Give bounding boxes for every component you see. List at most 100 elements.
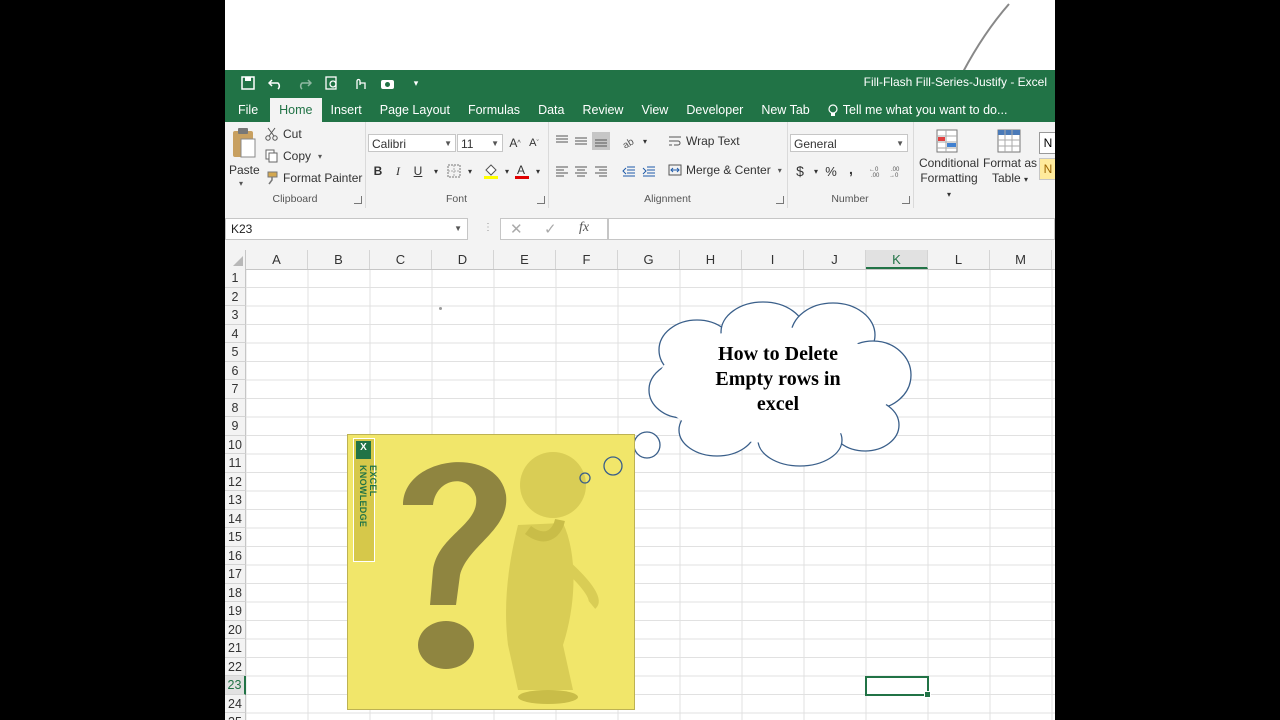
- font-name-select[interactable]: Calibri ▼: [368, 134, 456, 152]
- decrease-font-size-icon[interactable]: Aˇ: [525, 134, 543, 152]
- alignment-launcher-icon[interactable]: [776, 196, 784, 204]
- save-icon[interactable]: [237, 73, 259, 93]
- font-size-select[interactable]: 11 ▼: [457, 134, 503, 152]
- align-left-icon[interactable]: [553, 162, 571, 180]
- row-header-21[interactable]: 21: [225, 639, 246, 658]
- tell-me-box[interactable]: Tell me what you want to do...: [819, 98, 1017, 122]
- column-header-j[interactable]: J: [804, 250, 866, 269]
- column-header-d[interactable]: D: [432, 250, 494, 269]
- row-header-16[interactable]: 16: [225, 546, 246, 565]
- name-box[interactable]: K23 ▼: [225, 218, 468, 240]
- formula-bar-grip-icon[interactable]: ⋮: [483, 222, 493, 233]
- bottom-align-icon[interactable]: [592, 132, 610, 150]
- camera-icon[interactable]: [377, 73, 399, 93]
- column-header-l[interactable]: L: [928, 250, 990, 269]
- underline-button[interactable]: U: [409, 162, 427, 180]
- row-header-12[interactable]: 12: [225, 472, 246, 491]
- row-header-10[interactable]: 10: [225, 435, 246, 454]
- insert-function-icon[interactable]: fx: [579, 220, 589, 236]
- active-cell[interactable]: [865, 676, 931, 698]
- tab-developer[interactable]: Developer: [677, 98, 752, 122]
- align-right-icon[interactable]: [592, 162, 610, 180]
- column-header-i[interactable]: I: [742, 250, 804, 269]
- redo-icon[interactable]: [293, 73, 315, 93]
- row-header-7[interactable]: 7: [225, 380, 246, 399]
- column-header-b[interactable]: B: [308, 250, 370, 269]
- copy-button[interactable]: Copy ▾: [265, 149, 322, 163]
- cut-button[interactable]: Cut: [265, 127, 302, 141]
- tab-insert[interactable]: Insert: [322, 98, 371, 122]
- undo-icon[interactable]: [265, 73, 287, 93]
- bold-button[interactable]: B: [369, 162, 387, 180]
- format-as-table-button[interactable]: Format as Table ▾: [983, 128, 1037, 192]
- underline-dropdown-icon[interactable]: ▾: [427, 162, 445, 180]
- row-header-24[interactable]: 24: [225, 694, 246, 713]
- wrap-text-button[interactable]: Wrap Text: [668, 134, 740, 148]
- row-header-9[interactable]: 9: [225, 417, 246, 436]
- tab-data[interactable]: Data: [529, 98, 573, 122]
- number-launcher-icon[interactable]: [902, 196, 910, 204]
- comma-button[interactable]: ,: [842, 160, 860, 178]
- column-header-a[interactable]: A: [246, 250, 308, 269]
- merge-center-button[interactable]: Merge & Center ▾: [668, 163, 782, 177]
- cancel-icon[interactable]: ✕: [510, 220, 523, 238]
- question-figure-image[interactable]: X EXCEL KNOWLEDGE: [347, 434, 635, 710]
- cell-style-neutral[interactable]: N: [1039, 158, 1055, 180]
- cell-style-normal[interactable]: N: [1039, 132, 1055, 154]
- middle-align-icon[interactable]: [572, 132, 590, 150]
- row-header-15[interactable]: 15: [225, 528, 246, 547]
- orientation-dropdown-icon[interactable]: ▾: [636, 132, 654, 150]
- row-header-20[interactable]: 20: [225, 620, 246, 639]
- customize-toolbar-icon[interactable]: ▾: [405, 73, 427, 93]
- tab-page-layout[interactable]: Page Layout: [371, 98, 459, 122]
- column-header-e[interactable]: E: [494, 250, 556, 269]
- font-color-dropdown-icon[interactable]: ▾: [529, 162, 547, 180]
- paste-button[interactable]: Paste ▾: [229, 127, 260, 189]
- fill-handle[interactable]: [924, 691, 931, 698]
- row-header-8[interactable]: 8: [225, 398, 246, 417]
- row-header-6[interactable]: 6: [225, 361, 246, 380]
- row-header-1[interactable]: 1: [225, 269, 246, 288]
- row-header-11[interactable]: 11: [225, 454, 246, 473]
- row-header-19[interactable]: 19: [225, 602, 246, 621]
- borders-dropdown-icon[interactable]: ▾: [461, 162, 479, 180]
- tab-view[interactable]: View: [632, 98, 677, 122]
- row-header-25[interactable]: 25: [225, 713, 246, 720]
- tab-review[interactable]: Review: [573, 98, 632, 122]
- column-header-m[interactable]: M: [990, 250, 1052, 269]
- increase-decimal-icon[interactable]: ←0.00: [868, 162, 886, 180]
- touch-mode-icon[interactable]: [349, 73, 371, 93]
- print-preview-icon[interactable]: [321, 73, 343, 93]
- font-launcher-icon[interactable]: [537, 196, 545, 204]
- column-header-h[interactable]: H: [680, 250, 742, 269]
- conditional-formatting-button[interactable]: Conditional Formatting ▾: [917, 128, 981, 199]
- align-center-icon[interactable]: [572, 162, 590, 180]
- row-header-4[interactable]: 4: [225, 324, 246, 343]
- row-header-5[interactable]: 5: [225, 343, 246, 362]
- number-format-select[interactable]: General ▼: [790, 134, 908, 152]
- row-header-3[interactable]: 3: [225, 306, 246, 325]
- formula-input[interactable]: [608, 218, 1055, 240]
- row-header-17[interactable]: 17: [225, 565, 246, 584]
- increase-font-size-icon[interactable]: A ^: [506, 134, 524, 152]
- row-header-2[interactable]: 2: [225, 287, 246, 306]
- clipboard-launcher-icon[interactable]: [354, 196, 362, 204]
- tab-file[interactable]: File: [225, 98, 270, 122]
- tab-new-tab[interactable]: New Tab: [752, 98, 818, 122]
- column-header-k[interactable]: K: [866, 250, 928, 269]
- italic-button[interactable]: I: [389, 162, 407, 180]
- column-header-f[interactable]: F: [556, 250, 618, 269]
- decrease-indent-icon[interactable]: [620, 162, 638, 180]
- top-align-icon[interactable]: [553, 132, 571, 150]
- select-all-corner[interactable]: [225, 250, 246, 269]
- row-header-14[interactable]: 14: [225, 509, 246, 528]
- column-header-c[interactable]: C: [370, 250, 432, 269]
- row-header-22[interactable]: 22: [225, 657, 246, 676]
- enter-icon[interactable]: ✓: [544, 220, 557, 238]
- spreadsheet-grid[interactable]: ABCDEFGHIJKLM 1 2 3 4 5 6 7 8 9 10 11 12 13 14 15 16 17 1…: [225, 250, 1055, 720]
- tab-formulas[interactable]: Formulas: [459, 98, 529, 122]
- format-painter-button[interactable]: Format Painter: [265, 171, 362, 185]
- row-header-13[interactable]: 13: [225, 491, 246, 510]
- tab-home[interactable]: Home: [270, 98, 322, 122]
- row-header-23[interactable]: 23: [225, 676, 246, 695]
